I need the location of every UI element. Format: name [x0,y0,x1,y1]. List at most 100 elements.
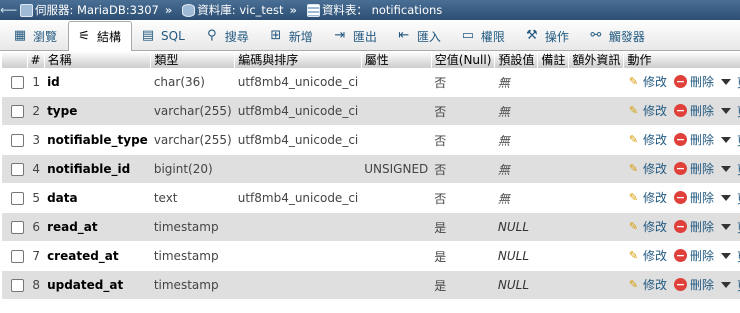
more-button[interactable]: 更多 [720,161,740,178]
drop-button[interactable]: − 刪除 [673,102,714,119]
more-button[interactable]: 更多 [720,190,740,207]
column-default: 無 [494,154,538,184]
column-comments [537,241,569,271]
edit-label: 修改 [642,104,667,119]
column-attributes [361,125,432,155]
tab-label: 權限 [480,29,505,44]
tab-operations[interactable]: ⚒ 操作 [516,21,580,50]
delete-icon: − [673,104,687,118]
column-header[interactable]: 類型 [150,51,236,68]
table-header: # 名稱 類型 編碼與排序 屬性 空值(Null) 預設值 備註 額外資訊 動作 [2,51,740,68]
more-button[interactable]: 更多 [720,248,740,265]
drop-button[interactable]: − 刪除 [673,131,714,148]
tab-privileges[interactable]: ▭ 權限 [452,21,516,50]
row-number: 6 [27,212,45,242]
dropdown-arrow-icon [720,166,731,173]
tab-search[interactable]: ⚲ 搜尋 [196,21,260,50]
edit-label: 修改 [642,278,667,293]
edit-button[interactable]: ✎ 修改 [627,276,667,293]
breadcrumb-database[interactable]: 資料庫: vic_test [182,2,284,18]
breadcrumb-separator: » [164,3,173,17]
drop-button[interactable]: − 刪除 [673,189,714,206]
pencil-icon: ✎ [628,104,639,118]
column-collation: utf8mb4_unicode_ci [234,96,362,126]
column-header[interactable]: 備註 [537,51,570,68]
tab-sql[interactable]: ▤ SQL [132,21,196,50]
breadcrumb-separator: » [289,3,297,17]
tab-import[interactable]: ⇤ 匯入 [388,21,452,50]
edit-button[interactable]: ✎ 修改 [627,247,667,264]
tab-insert[interactable]: ⊞ 新增 [260,21,324,50]
more-button[interactable]: 更多 [720,219,740,236]
edit-label: 修改 [642,75,667,90]
row-checkbox[interactable] [11,192,24,205]
row-checkbox[interactable] [11,221,24,234]
edit-button[interactable]: ✎ 修改 [627,102,667,119]
column-comments [537,183,569,213]
row-checkbox[interactable] [11,134,24,147]
column-comments [537,154,569,184]
edit-button[interactable]: ✎ 修改 [627,73,667,90]
edit-label: 修改 [642,249,667,264]
breadcrumb-server[interactable]: 伺服器: MariaDB:3307 [20,2,159,18]
drop-button[interactable]: − 刪除 [673,160,714,177]
dropdown-arrow-icon [720,137,731,144]
column-null: 是 [431,212,495,242]
tab-structure[interactable]: ⚟ 結構 [68,21,133,51]
more-button[interactable]: 更多 [720,103,740,120]
column-collation: utf8mb4_unicode_ci [234,125,362,155]
more-button[interactable]: 更多 [720,277,740,294]
table-icon [306,3,320,17]
column-header[interactable]: 動作 [623,51,740,68]
column-comments [537,212,569,242]
more-button[interactable]: 更多 [720,74,740,91]
dropdown-arrow-icon [720,224,731,231]
column-header[interactable]: 空值(Null) [431,51,496,68]
column-header[interactable]: 預設值 [494,51,539,68]
column-header[interactable]: 名稱 [44,51,152,68]
row-actions: ✎修改 −刪除更多 [623,183,740,213]
drop-button[interactable]: − 刪除 [673,73,714,90]
column-name: notifiable_type [44,125,151,155]
edit-button[interactable]: ✎ 修改 [627,218,667,235]
row-number: 5 [27,183,45,213]
column-type: timestamp [150,212,235,242]
edit-button[interactable]: ✎ 修改 [627,160,667,177]
column-header[interactable]: # [27,51,45,68]
breadcrumb-table[interactable]: 資料表： notifications [306,2,442,18]
delete-icon: − [673,220,687,234]
column-header[interactable]: 額外資訊 [568,51,625,68]
drop-button[interactable]: − 刪除 [673,276,714,293]
collapse-arrow-icon[interactable]: ⟵ [0,3,17,17]
drop-label: 刪除 [689,133,714,148]
pencil-icon: ✎ [628,278,639,292]
column-attributes [361,212,432,242]
column-collation [234,270,362,300]
column-attributes [361,96,432,126]
row-actions: ✎修改 −刪除更多 [623,212,740,242]
row-checkbox[interactable] [11,105,24,118]
column-header[interactable]: 編碼與排序 [234,51,362,68]
row-checkbox[interactable] [11,76,24,89]
row-checkbox-cell [2,212,27,242]
insert-icon: ⊞ [270,28,282,43]
row-checkbox[interactable] [11,163,24,176]
tab-label: 觸發器 [608,29,645,44]
drop-button[interactable]: − 刪除 [673,247,714,264]
pencil-icon: ✎ [628,133,639,147]
drop-label: 刪除 [689,278,714,293]
tab-label: SQL [161,29,185,43]
tab-export[interactable]: ⇥ 匯出 [324,21,388,50]
column-type: varchar(255) [150,96,235,126]
tab-triggers[interactable]: ⚯ 觸發器 [580,21,656,50]
tab-browse[interactable]: ▦ 瀏覽 [4,21,68,50]
row-checkbox[interactable] [11,279,24,292]
row-checkbox[interactable] [11,250,24,263]
more-button[interactable]: 更多 [720,132,740,149]
edit-button[interactable]: ✎ 修改 [627,131,667,148]
drop-button[interactable]: − 刪除 [673,218,714,235]
header-checkbox-cell [2,51,28,68]
breadcrumb: ⟵ 伺服器: MariaDB:3307 » 資料庫: vic_test » 資料… [0,0,740,20]
column-header[interactable]: 屬性 [361,51,432,68]
edit-button[interactable]: ✎ 修改 [627,189,667,206]
